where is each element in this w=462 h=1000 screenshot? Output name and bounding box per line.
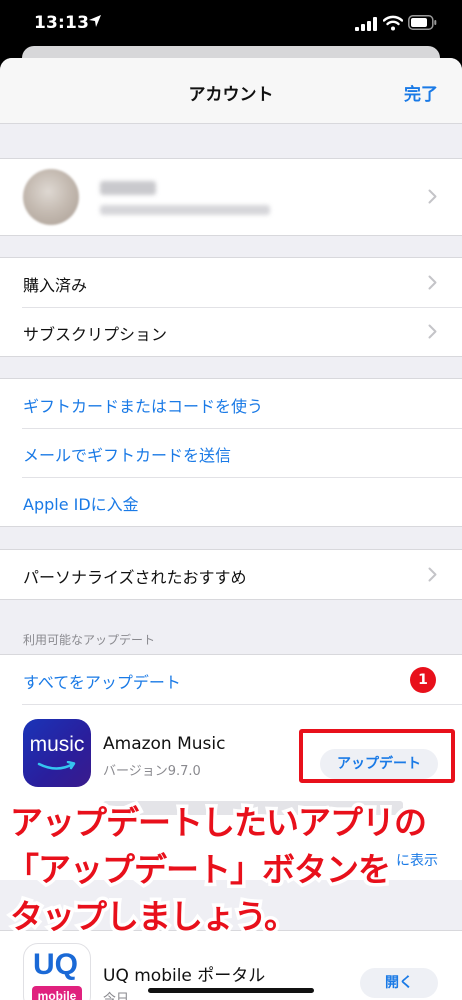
purchased-row[interactable]: 購入済み — [0, 258, 462, 307]
app-icon-text: music — [29, 733, 85, 756]
app-version: バージョン9.7.0 — [103, 764, 201, 779]
subscriptions-row[interactable]: サブスクリプション — [0, 307, 462, 356]
battery-icon — [408, 15, 437, 30]
profile-row[interactable] — [0, 158, 462, 236]
personalized-recommendations-row[interactable]: パーソナライズされたおすすめ — [0, 550, 462, 599]
subscriptions-label: サブスクリプション — [23, 325, 168, 344]
blurred-name — [100, 181, 156, 195]
app-date: 今日 — [103, 992, 130, 1000]
app-name: UQ mobile ポータル — [103, 966, 266, 986]
app-name: Amazon Music — [103, 734, 226, 754]
add-funds-link[interactable]: Apple IDに入金 — [23, 491, 139, 515]
update-all-link[interactable]: すべてをアップデート — [23, 669, 181, 693]
purchased-label: 購入済み — [23, 276, 88, 295]
annotation-line-3: タップしましょう。 — [6, 894, 300, 940]
amazon-music-app-icon[interactable]: music — [23, 719, 91, 787]
blurred-email — [100, 205, 270, 215]
redeem-gift-card-link[interactable]: ギフトカードまたはコードを使う — [23, 393, 263, 417]
chevron-right-icon — [428, 324, 437, 339]
app-icon-subtext: mobile — [32, 986, 82, 1000]
annotation-line-1: アップデートしたいアプリの — [7, 800, 431, 846]
purchases-group: 購入済み サブスクリプション — [0, 257, 462, 357]
available-updates-header: 利用可能なアップデート — [23, 633, 156, 647]
location-arrow-icon — [89, 15, 101, 27]
chevron-right-icon — [428, 567, 437, 582]
send-gift-card-row[interactable]: メールでギフトカードを送信 — [0, 428, 462, 477]
personalized-group: パーソナライズされたおすすめ — [0, 549, 462, 600]
divider — [22, 704, 462, 705]
status-time: 13:13 — [34, 13, 90, 33]
page-title: アカウント — [188, 85, 274, 105]
uq-mobile-app-icon[interactable]: UQ mobile — [23, 943, 91, 1000]
chevron-right-icon — [428, 275, 437, 290]
open-button[interactable]: 開く — [360, 968, 438, 998]
nav-bar: アカウント 完了 — [0, 58, 462, 124]
update-count-badge: 1 — [410, 667, 436, 693]
status-bar: 13:13 — [0, 0, 462, 50]
home-indicator[interactable] — [148, 988, 314, 993]
show-more-link[interactable]: に表示 — [396, 850, 438, 870]
gift-group: ギフトカードまたはコードを使う メールでギフトカードを送信 Apple IDに入… — [0, 378, 462, 527]
cellular-signal-icon — [355, 17, 377, 31]
done-button[interactable]: 完了 — [404, 80, 438, 105]
wifi-icon — [383, 15, 403, 31]
update-all-row[interactable]: すべてをアップデート 1 — [0, 655, 462, 704]
chevron-right-icon — [428, 189, 437, 204]
app-icon-text: UQ — [33, 948, 78, 981]
smile-arrow-icon — [37, 761, 76, 770]
annotation-line-2: 「アップデート」ボタンを — [3, 847, 395, 893]
avatar — [23, 169, 79, 225]
personalized-recommendations-label: パーソナライズされたおすすめ — [23, 568, 247, 587]
add-funds-row[interactable]: Apple IDに入金 — [0, 477, 462, 526]
redeem-gift-card-row[interactable]: ギフトカードまたはコードを使う — [0, 379, 462, 428]
highlight-box — [299, 729, 455, 783]
send-gift-card-link[interactable]: メールでギフトカードを送信 — [23, 442, 231, 466]
